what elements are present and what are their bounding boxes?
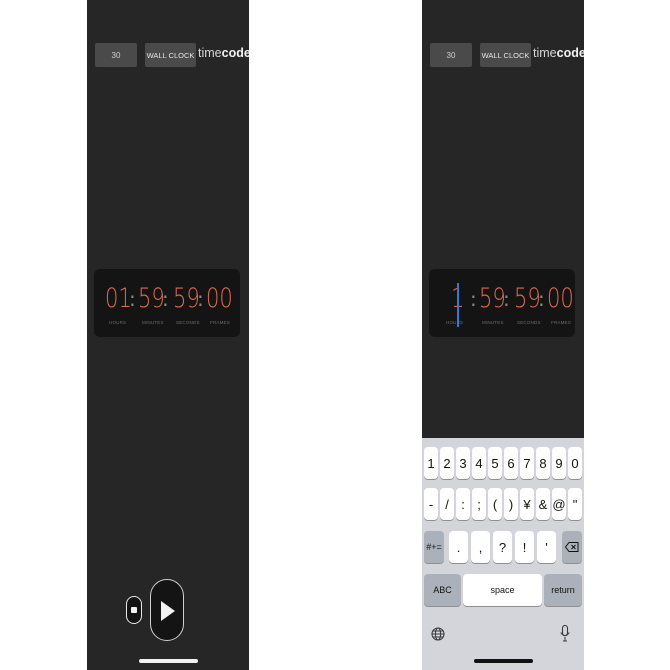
logo-light-text: time [198, 46, 222, 60]
minutes-label: MINUTES [482, 320, 504, 325]
globe-icon[interactable] [431, 627, 445, 641]
seconds-label: SECONDS [176, 320, 200, 325]
colon-separator: : [129, 287, 136, 311]
minutes-digits[interactable]: 59 [479, 284, 506, 314]
key-quote[interactable]: " [568, 488, 582, 520]
delete-icon [565, 542, 579, 552]
key-apostrophe[interactable]: ' [537, 531, 556, 563]
key-exclamation[interactable]: ! [515, 531, 534, 563]
text-cursor [457, 283, 459, 327]
key-at[interactable]: @ [552, 488, 566, 520]
colon-separator: : [162, 287, 169, 311]
app-logo: timecode [533, 46, 584, 60]
key-comma[interactable]: , [471, 531, 490, 563]
timecode-display[interactable]: 01 : 59 : 59 : 00 HOURS MINUTES SECONDS … [94, 269, 240, 337]
colon-separator: : [503, 287, 510, 311]
minutes-label: MINUTES [142, 320, 164, 325]
play-icon [161, 601, 175, 621]
key-hyphen[interactable]: - [424, 488, 438, 520]
play-button[interactable] [150, 579, 184, 641]
seconds-digits[interactable]: 59 [173, 284, 200, 314]
return-key[interactable]: return [544, 574, 582, 606]
seconds-digits[interactable]: 59 [514, 284, 541, 314]
key-8[interactable]: 8 [536, 447, 550, 479]
frames-label: FRAMES [210, 320, 230, 325]
key-9[interactable]: 9 [552, 447, 566, 479]
key-more-symbols[interactable]: #+= [424, 531, 444, 563]
logo-light-text: time [533, 46, 557, 60]
timecode-display[interactable]: 1 : 59 : 59 : 00 HOURS MINUTES SECONDS F… [429, 269, 575, 337]
home-indicator[interactable] [474, 659, 533, 663]
wall-clock-button[interactable]: WALL CLOCK [145, 43, 196, 67]
left-phone-screen: 30 WALL CLOCK timecode 01 : 59 : 59 : 00… [87, 0, 249, 670]
key-open-paren[interactable]: ( [488, 488, 502, 520]
key-yen[interactable]: ¥ [520, 488, 534, 520]
key-slash[interactable]: / [440, 488, 454, 520]
frame-rate-button[interactable]: 30 [95, 43, 137, 67]
key-ampersand[interactable]: & [536, 488, 550, 520]
home-indicator[interactable] [139, 659, 198, 663]
colon-separator: : [538, 287, 545, 311]
stop-button[interactable] [126, 596, 142, 624]
colon-separator: : [470, 287, 477, 311]
key-4[interactable]: 4 [472, 447, 486, 479]
key-colon[interactable]: : [456, 488, 470, 520]
frame-rate-button[interactable]: 30 [430, 43, 472, 67]
logo-bold-text: code [221, 46, 249, 60]
key-period[interactable]: . [449, 531, 468, 563]
key-semicolon[interactable]: ; [472, 488, 486, 520]
logo-bold-text: code [556, 46, 584, 60]
key-0[interactable]: 0 [568, 447, 582, 479]
key-1[interactable]: 1 [424, 447, 438, 479]
key-5[interactable]: 5 [488, 447, 502, 479]
space-key[interactable]: space [463, 574, 542, 606]
delete-key[interactable] [562, 531, 582, 563]
key-2[interactable]: 2 [440, 447, 454, 479]
right-phone-screen: 30 WALL CLOCK timecode 1 : 59 : 59 : 00 … [422, 0, 584, 670]
app-logo: timecode [198, 46, 249, 60]
key-3[interactable]: 3 [456, 447, 470, 479]
microphone-icon[interactable] [560, 625, 570, 642]
hours-label: HOURS [109, 320, 127, 325]
colon-separator: : [197, 287, 204, 311]
seconds-label: SECONDS [517, 320, 541, 325]
frames-digits[interactable]: 00 [547, 284, 574, 314]
frames-digits[interactable]: 00 [206, 284, 233, 314]
abc-key[interactable]: ABC [424, 574, 461, 606]
key-7[interactable]: 7 [520, 447, 534, 479]
hours-digits[interactable]: 01 [105, 284, 132, 314]
stop-icon [131, 607, 137, 613]
hours-label: HOURS [446, 320, 464, 325]
key-close-paren[interactable]: ) [504, 488, 518, 520]
wall-clock-button[interactable]: WALL CLOCK [480, 43, 531, 67]
key-6[interactable]: 6 [504, 447, 518, 479]
numeric-keyboard: 1 2 3 4 5 6 7 8 9 0 - / : ; ( ) ¥ & @ " … [422, 438, 584, 670]
minutes-digits[interactable]: 59 [138, 284, 165, 314]
frames-label: FRAMES [551, 320, 571, 325]
key-question[interactable]: ? [493, 531, 512, 563]
